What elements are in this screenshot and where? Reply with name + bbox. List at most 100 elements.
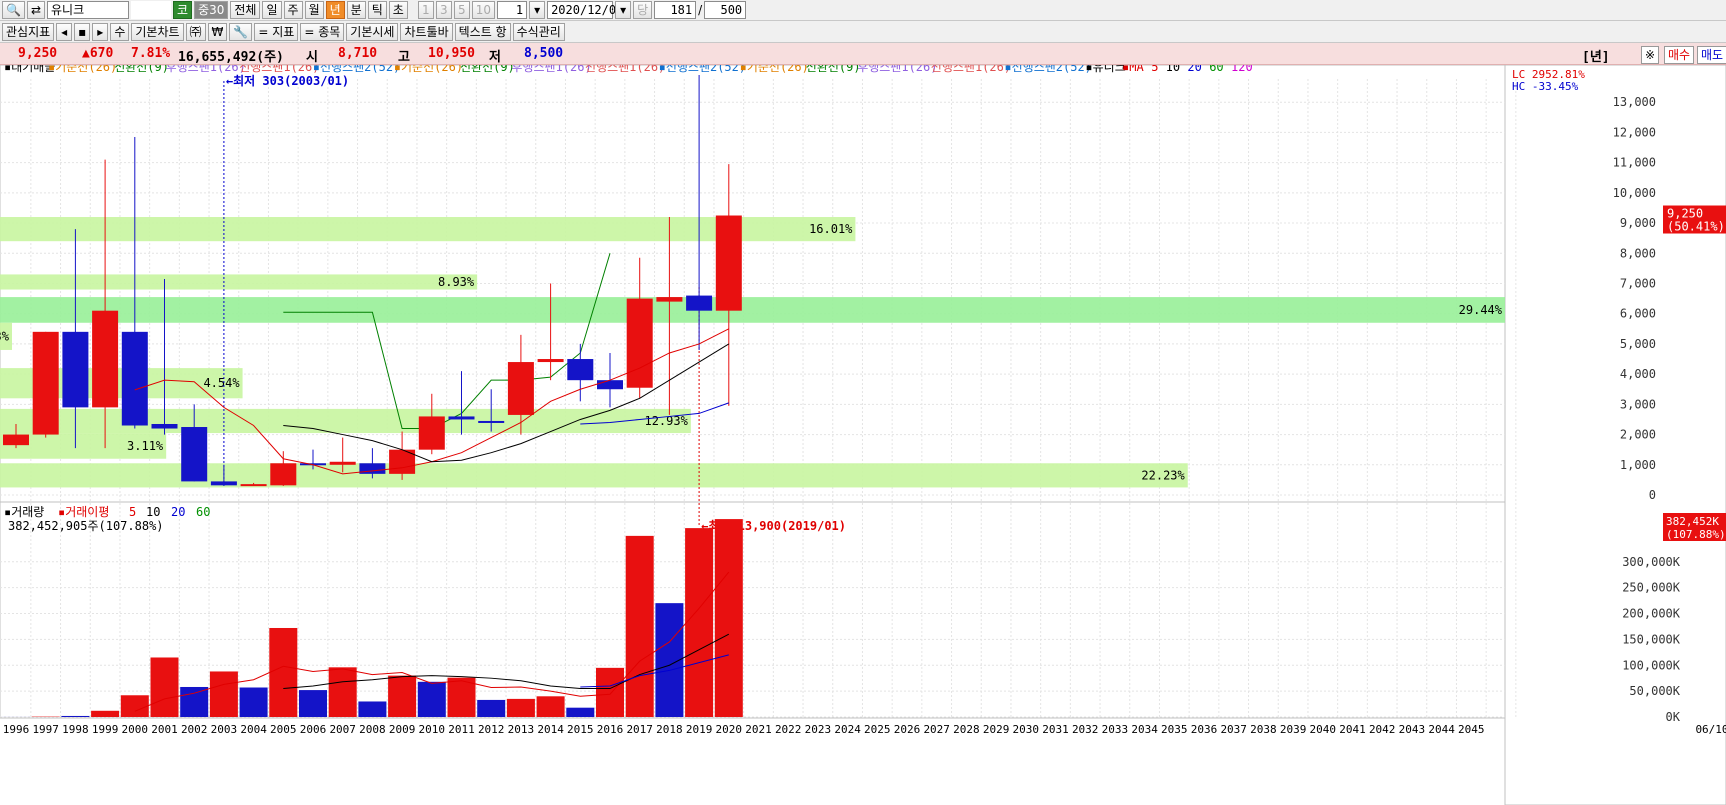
price-tag-pct: (50.41%) (1667, 220, 1725, 234)
toolbar2-button[interactable]: 기본시세 (346, 22, 399, 41)
volume-bar (506, 698, 535, 717)
period-button[interactable]: 일 (262, 1, 282, 19)
market-badge: 코 (173, 1, 193, 19)
volume-y-tick: 300,000K (1622, 555, 1681, 569)
legend-item: 선행스팬1(26) (585, 65, 665, 74)
supply-band-label: 22.23% (1141, 468, 1185, 482)
candle-body (32, 331, 59, 435)
legend-item: 후행스팬1(26) (511, 65, 591, 74)
volume-ma-period: 20 (171, 505, 185, 519)
n-button[interactable]: 1 (417, 1, 434, 19)
n-button[interactable]: 10 (471, 1, 496, 19)
toolbar2-button[interactable]: 🔧 (229, 22, 253, 41)
price-y-tick: 7,000 (1620, 276, 1656, 290)
volume-bar (358, 701, 387, 717)
toolbar2-button[interactable]: ◂ (56, 22, 73, 41)
x-axis-label: 2021 (745, 723, 772, 736)
candle-body (329, 461, 356, 465)
toolbar2-button[interactable]: 수 (110, 22, 130, 41)
x-axis-label: 2045 (1458, 723, 1485, 736)
volume-bar (91, 710, 120, 717)
date-dropdown-icon[interactable]: ▾ (615, 1, 632, 19)
toolbar2-button[interactable]: 기본차트 (131, 22, 184, 41)
legend-item: 후행스팬1(26) (166, 65, 246, 74)
candle-body (507, 362, 534, 415)
legend-item: 60 (1209, 65, 1223, 74)
toolbar2-button[interactable]: 관심지표 (2, 22, 55, 41)
period-button-group: 전체 일 주 월 년 분 틱 초 (230, 1, 408, 19)
legend-item: 선행스팬1(26) (239, 65, 319, 74)
volume-legend-title: ▪거래량 (4, 505, 44, 519)
toolbar2-button[interactable]: ▸ (92, 22, 109, 41)
chart-area[interactable]: 0 1,000 2,000 3,000 4,000 5,000 6,000 7,000 8,00… (0, 65, 1726, 805)
y-axis-area (1504, 65, 1726, 805)
supply-band-label: 29.44% (1459, 303, 1503, 317)
dang-label: 당 (633, 1, 653, 19)
period-button[interactable]: 틱 (367, 1, 387, 19)
period-button[interactable]: 주 (283, 1, 303, 19)
period-button[interactable]: 초 (388, 1, 408, 19)
volume-current: 382,452,905주(107.88%) (8, 519, 164, 533)
x-axis-label: 2039 (1280, 723, 1307, 736)
volume-y-tick: 50,000K (1629, 684, 1680, 698)
legend-item: 20 (1187, 65, 1201, 74)
supply-band-label: 3.11% (127, 439, 164, 453)
supply-band-label: 8.93% (438, 275, 475, 289)
x-axis-label: 1998 (62, 723, 89, 736)
legend-item: ▪선행스팬2(52) (1004, 65, 1092, 74)
candle-body (567, 359, 594, 381)
n-dropdown-icon[interactable]: ▾ (529, 1, 546, 19)
x-axis-label: 2010 (419, 723, 446, 736)
toolbar2-button[interactable]: = 지표 (254, 22, 299, 41)
candle-body (3, 434, 29, 446)
toolbar2-button[interactable]: = 종목 (300, 22, 345, 41)
stock-name-input[interactable]: 유니크 (47, 1, 130, 19)
x-axis-label: 2013 (508, 723, 535, 736)
period-button[interactable]: 월 (304, 1, 324, 19)
toolbar2-button[interactable]: ㈜ (185, 22, 206, 41)
n-input[interactable]: 1 (497, 1, 528, 19)
legend-item: 전환선(9) (806, 65, 861, 74)
x-axis-label: 2003 (211, 723, 238, 736)
price-y-tick: 13,000 (1613, 95, 1656, 109)
volume-tag-pct: (107.88%) (1666, 528, 1726, 541)
buy-button[interactable]: 매수 (1664, 46, 1695, 64)
supply-band-label: 16.01% (809, 222, 853, 236)
toolbar2-button[interactable]: ▪ (74, 22, 91, 41)
supply-band (0, 274, 478, 290)
candle-body (478, 420, 505, 423)
volume-bar (239, 687, 268, 717)
refresh-icon[interactable]: ⇄ (26, 1, 46, 19)
total-input[interactable]: 500 (704, 1, 747, 19)
candle-body (686, 295, 713, 311)
x-axis-label: 2027 (923, 723, 950, 736)
toolbar2-button[interactable]: 수식관리 (512, 22, 565, 41)
period-button[interactable]: 년 (325, 1, 345, 19)
n-button[interactable]: 3 (435, 1, 452, 19)
settings-button[interactable]: ※ (1641, 46, 1660, 64)
period-button[interactable]: 전체 (230, 1, 261, 19)
toolbar2-button[interactable]: 차트툴바 (400, 22, 453, 41)
x-axis-label: 2029 (983, 723, 1010, 736)
x-axis-label: 2044 (1428, 723, 1455, 736)
x-axis-label: 2014 (537, 723, 564, 736)
n-button[interactable]: 5 (453, 1, 470, 19)
legend-item: 후행스팬1(26) (857, 65, 937, 74)
count-input[interactable]: 181 (654, 1, 697, 19)
toolbar2-button[interactable]: 텍스트 항 (454, 22, 511, 41)
date-input[interactable]: 2020/12/01 (547, 1, 623, 19)
search-icon[interactable]: 🔍 (2, 1, 25, 19)
n-button-group: 1 3 5 10 (417, 1, 496, 19)
x-axis-label: 2009 (389, 723, 416, 736)
legend-item: 선행스팬1(26) (931, 65, 1011, 74)
open-label: 시 (306, 50, 318, 65)
volume-bar (447, 677, 476, 717)
index-badge: 중30 (194, 1, 229, 19)
x-axis-label: 2022 (775, 723, 802, 736)
price-y-tick: 5,000 (1620, 337, 1656, 351)
x-axis-label: 2008 (359, 723, 386, 736)
sell-button[interactable]: 매도 (1697, 46, 1726, 64)
period-button[interactable]: 분 (346, 1, 366, 19)
x-axis-label: 2043 (1399, 723, 1426, 736)
toolbar2-button[interactable]: ₩ (207, 22, 228, 41)
